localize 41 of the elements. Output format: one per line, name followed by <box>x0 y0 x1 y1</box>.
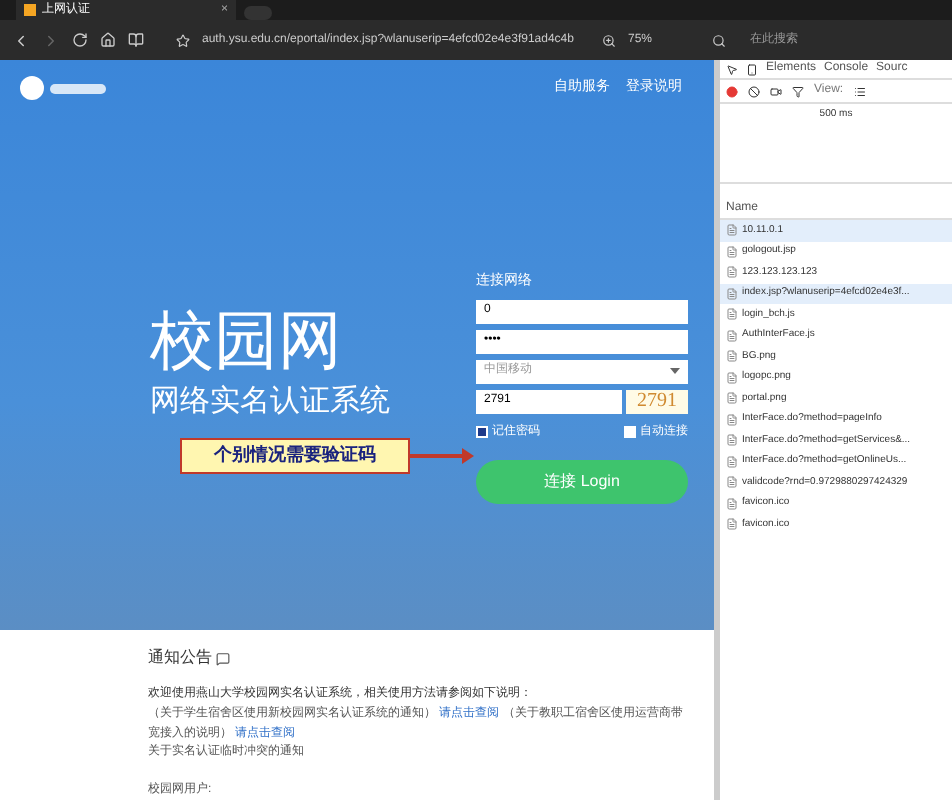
filter-icon <box>792 85 804 97</box>
record-icon <box>726 85 738 97</box>
home-icon <box>100 32 116 48</box>
hero-title: 校园网 <box>150 308 344 372</box>
file-icon <box>726 497 738 510</box>
clear-icon <box>748 85 760 97</box>
file-icon <box>726 455 738 468</box>
hero-subtitle: 网络实名认证系统 <box>150 382 392 422</box>
device-icon <box>746 63 758 75</box>
page-icon <box>24 4 36 16</box>
file-icon <box>726 308 738 321</box>
reading-view-icon <box>128 32 144 48</box>
chat-icon <box>216 651 230 665</box>
file-icon <box>726 392 738 405</box>
file-icon <box>726 413 738 426</box>
camera-icon <box>770 85 782 97</box>
checkbox[interactable] <box>476 426 488 438</box>
callout-box: 个别情况需要验证码 <box>180 437 410 473</box>
list-icon <box>853 85 866 97</box>
file-icon <box>726 224 738 237</box>
file-icon <box>726 266 738 279</box>
file-icon <box>726 329 738 342</box>
arrow-drawing <box>410 448 474 464</box>
file-icon <box>726 476 738 489</box>
inspect-icon <box>726 63 738 75</box>
notice-title: 通知公告 <box>148 646 212 670</box>
file-icon <box>726 287 738 300</box>
caret-icon <box>670 368 680 374</box>
file-icon <box>726 245 738 258</box>
file-icon <box>726 371 738 384</box>
forward-icon <box>42 31 60 49</box>
university-logo <box>20 76 106 100</box>
search-icon <box>712 33 726 47</box>
file-icon <box>726 350 738 363</box>
file-icon <box>726 518 738 531</box>
reload-icon <box>72 32 88 48</box>
checkbox[interactable] <box>624 426 636 438</box>
back-icon <box>12 31 30 49</box>
file-icon <box>726 434 738 447</box>
zoom-icon <box>601 33 616 47</box>
star-icon <box>176 33 190 47</box>
